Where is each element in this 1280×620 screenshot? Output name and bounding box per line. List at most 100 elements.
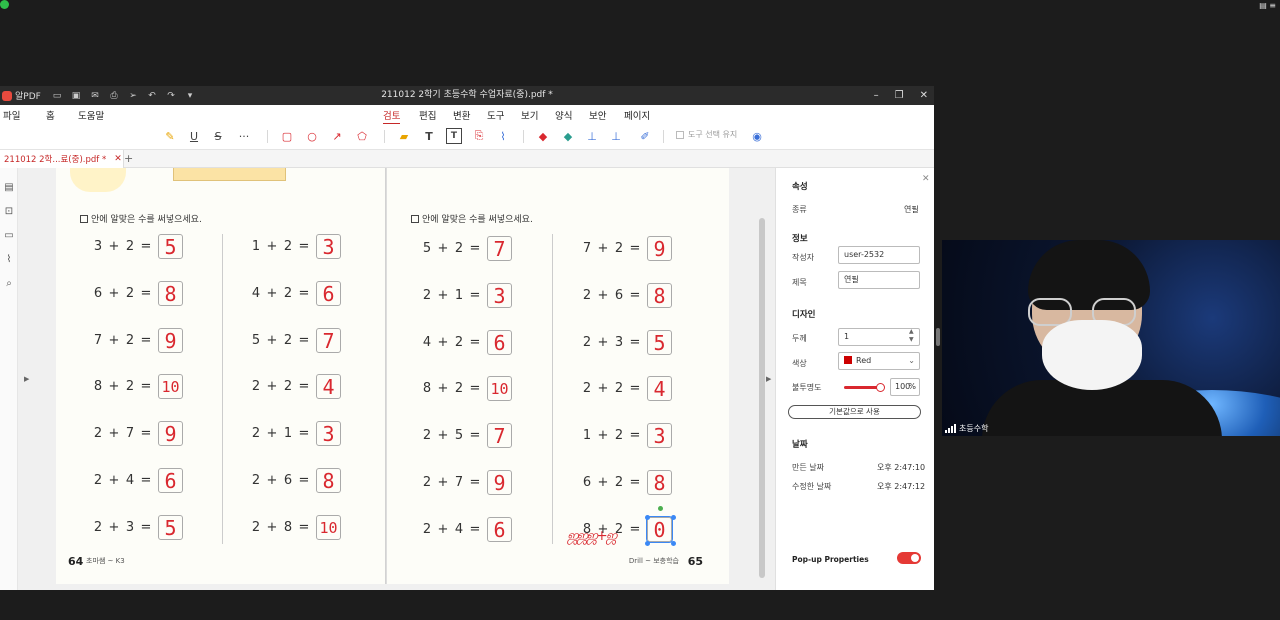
arrow-icon[interactable]: ↗ bbox=[329, 128, 345, 144]
answer-box[interactable]: 3 bbox=[647, 423, 672, 449]
popup-properties-toggle[interactable] bbox=[897, 552, 921, 564]
close-icon[interactable]: ✕ bbox=[920, 90, 928, 101]
mail-icon[interactable]: ✉ bbox=[90, 91, 100, 101]
selection-handle[interactable] bbox=[645, 514, 650, 520]
menu-security[interactable]: 보안 bbox=[589, 108, 606, 122]
answer-box[interactable]: 7 bbox=[487, 423, 512, 449]
use-default-button[interactable]: 기본값으로 사용 bbox=[788, 405, 921, 419]
answer-box[interactable]: 3 bbox=[487, 282, 512, 308]
answer-box[interactable]: 7 bbox=[487, 236, 512, 261]
attach-icon[interactable]: ⌇ bbox=[495, 128, 511, 144]
highlight-icon[interactable]: ✎ bbox=[162, 128, 178, 144]
answer-box[interactable]: 4 bbox=[316, 374, 341, 400]
tab-close-icon[interactable]: ✕ bbox=[114, 154, 122, 164]
answer-box[interactable]: 10 bbox=[158, 374, 183, 400]
keep-tool-checkbox[interactable]: 도구 선택 유지 bbox=[676, 129, 737, 140]
stamp-menu-icon[interactable]: ⊥ bbox=[608, 128, 624, 144]
selection-handle[interactable] bbox=[671, 514, 676, 520]
document-tab[interactable]: 211012 2학...료(중).pdf * ✕ bbox=[0, 150, 124, 168]
selection-handle[interactable] bbox=[671, 540, 676, 546]
polygon-icon[interactable]: ⬠ bbox=[354, 128, 370, 144]
panel-close-icon[interactable]: ✕ bbox=[922, 174, 930, 184]
answer-box[interactable]: 8 bbox=[647, 470, 672, 495]
scrollbar-thumb[interactable] bbox=[759, 218, 765, 578]
author-field[interactable]: user-2532 bbox=[838, 246, 920, 264]
menu-form[interactable]: 양식 bbox=[555, 108, 572, 122]
customize-icon[interactable]: ▾ bbox=[185, 91, 195, 101]
more-icon[interactable]: ··· bbox=[236, 128, 252, 144]
callout-icon[interactable]: ⎘ bbox=[471, 128, 487, 144]
left-panel-toggle-icon[interactable]: ▶ bbox=[24, 375, 29, 383]
sticky-note-icon[interactable]: ▰ bbox=[396, 128, 412, 144]
answer-box[interactable]: 5 bbox=[158, 514, 183, 540]
answer-box[interactable]: 8 bbox=[316, 468, 341, 493]
textbox-icon[interactable]: T bbox=[446, 128, 462, 144]
answer-box[interactable]: 10 bbox=[316, 514, 341, 540]
open-folder-icon[interactable]: ▭ bbox=[52, 91, 62, 101]
app-logo[interactable]: 알PDF bbox=[0, 89, 46, 102]
circle-icon[interactable]: ○ bbox=[304, 128, 320, 144]
menu-edit[interactable]: 편집 bbox=[419, 108, 436, 122]
search-icon[interactable]: ⌕ bbox=[3, 278, 15, 290]
answer-box[interactable]: 0 bbox=[645, 505, 676, 546]
answer-box[interactable]: 6 bbox=[487, 329, 512, 355]
thickness-stepper[interactable]: 1 bbox=[838, 328, 920, 346]
answer-box[interactable]: 4 bbox=[647, 376, 672, 402]
answer-box[interactable]: 7 bbox=[316, 327, 341, 353]
rectangle-icon[interactable]: ▢ bbox=[279, 128, 295, 144]
comments-icon[interactable]: ▭ bbox=[3, 230, 15, 242]
menu-review[interactable]: 검토 bbox=[383, 108, 401, 125]
answer-box[interactable]: 3 bbox=[316, 234, 341, 259]
save-icon[interactable]: ▣ bbox=[71, 91, 81, 101]
answer-box[interactable]: 5 bbox=[647, 329, 672, 355]
underline-icon[interactable]: U bbox=[186, 128, 202, 144]
menu-help[interactable]: 도움말 bbox=[78, 108, 104, 122]
eraser-icon[interactable]: ◆ bbox=[535, 128, 551, 144]
right-panel-toggle-icon[interactable]: ▶ bbox=[766, 375, 771, 383]
subject-field[interactable]: 연필 bbox=[838, 271, 920, 289]
send-icon[interactable]: ➢ bbox=[128, 91, 138, 101]
vertical-scrollbar[interactable] bbox=[758, 168, 766, 584]
page-thumbnails-icon[interactable]: ▤ bbox=[3, 182, 15, 194]
bookmark-icon[interactable]: ⊡ bbox=[3, 206, 15, 218]
answer-box[interactable]: 8 bbox=[158, 280, 183, 306]
rotate-handle[interactable] bbox=[658, 505, 663, 511]
text-icon[interactable]: T bbox=[421, 128, 437, 144]
sign-pen-icon[interactable]: ✐ bbox=[637, 128, 653, 144]
undo-icon[interactable]: ↶ bbox=[147, 91, 157, 101]
strikethrough-icon[interactable]: S bbox=[210, 128, 226, 144]
attachments-icon[interactable]: ⌇ bbox=[3, 254, 15, 266]
redo-icon[interactable]: ↷ bbox=[166, 91, 176, 101]
menu-tools[interactable]: 도구 bbox=[487, 108, 504, 122]
menu-file[interactable]: 파일 bbox=[3, 108, 20, 122]
answer-box[interactable]: 6 bbox=[158, 468, 183, 493]
answer-box[interactable]: 5 bbox=[158, 234, 183, 259]
menu-convert[interactable]: 변환 bbox=[453, 108, 470, 122]
stamp-icon[interactable]: ⊥ bbox=[584, 128, 600, 144]
checkbox-box[interactable] bbox=[676, 130, 684, 139]
menu-page[interactable]: 페이지 bbox=[624, 108, 650, 122]
answer-box[interactable]: 3 bbox=[316, 421, 341, 447]
answer-box[interactable]: 9 bbox=[647, 236, 672, 261]
area-highlight-icon[interactable]: ◆ bbox=[560, 128, 576, 144]
answer-box[interactable]: 6 bbox=[487, 516, 512, 542]
eye-icon[interactable]: ◉ bbox=[749, 128, 765, 144]
menu-home[interactable]: 홈 bbox=[46, 108, 55, 122]
scribble-annotation[interactable]: ஜஜஜ+ஜ bbox=[567, 528, 617, 546]
opacity-slider-handle[interactable] bbox=[876, 383, 885, 392]
new-tab-icon[interactable]: + bbox=[124, 152, 133, 165]
restore-icon[interactable]: ❐ bbox=[895, 90, 904, 101]
menu-view[interactable]: 보기 bbox=[521, 108, 538, 122]
print-icon[interactable]: ⎙ bbox=[109, 91, 119, 101]
stepper-arrows-icon[interactable]: ▲ ▼ bbox=[909, 328, 914, 344]
answer-box[interactable]: 9 bbox=[158, 327, 183, 353]
selection-handle[interactable] bbox=[645, 540, 650, 546]
answer-box[interactable]: 8 bbox=[647, 282, 672, 308]
answer-box[interactable]: 9 bbox=[158, 421, 183, 447]
answer-box[interactable]: 10 bbox=[487, 376, 512, 402]
color-select[interactable]: Red ⌄ bbox=[838, 352, 920, 370]
minimize-icon[interactable]: – bbox=[874, 90, 879, 101]
answer-box[interactable]: 9 bbox=[487, 470, 512, 495]
opacity-field[interactable]: 100 % bbox=[890, 378, 920, 396]
splitter-handle[interactable] bbox=[936, 328, 940, 346]
